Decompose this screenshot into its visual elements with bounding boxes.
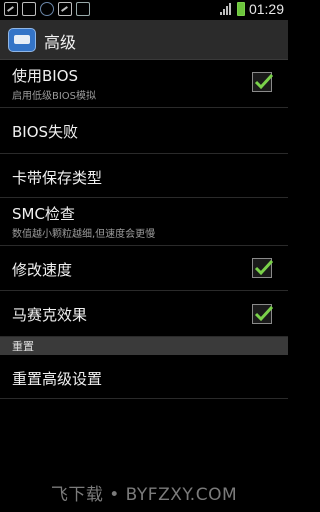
- setting-reset-advanced[interactable]: 重置高级设置: [0, 355, 288, 399]
- app-icon[interactable]: [8, 28, 36, 52]
- setting-summary: 数值越小颗粒越细,但速度会更慢: [12, 229, 156, 240]
- checkmark-icon: [254, 73, 274, 90]
- photo-icon: [4, 2, 18, 16]
- use-bios-checkbox[interactable]: [252, 72, 274, 92]
- watermark: 飞下载 • BYFZXY.COM: [50, 485, 238, 505]
- setting-label: SMC检查: [12, 205, 75, 223]
- setting-modify-speed[interactable]: 修改速度: [0, 246, 288, 291]
- page-title: 高级: [44, 33, 77, 52]
- usb-icon: [22, 2, 36, 16]
- notification-icons: [4, 2, 90, 16]
- settings-list: 使用BIOS 启用低级BIOS模拟 BIOS失败 卡带保存类型 SMC检查 数值…: [0, 60, 288, 399]
- section-label: 重置: [12, 340, 34, 353]
- mosaic-effect-checkbox[interactable]: [252, 304, 274, 324]
- setting-mosaic-effect[interactable]: 马赛克效果: [0, 291, 288, 337]
- setting-bios-fail[interactable]: BIOS失败: [0, 108, 288, 154]
- setting-use-bios[interactable]: 使用BIOS 启用低级BIOS模拟: [0, 60, 288, 108]
- sync-icon: [40, 2, 54, 16]
- setting-smc-check[interactable]: SMC检查 数值越小颗粒越细,但速度会更慢: [0, 198, 288, 246]
- setting-label: 使用BIOS: [12, 67, 79, 85]
- status-bar: 01:29: [0, 0, 288, 20]
- clock: 01:29: [248, 1, 284, 17]
- usb-icon: [76, 2, 90, 16]
- battery-icon: [236, 2, 245, 16]
- signal-icon: [219, 2, 233, 16]
- photo-icon: [58, 2, 72, 16]
- setting-label: 修改速度: [12, 261, 73, 279]
- setting-label: 重置高级设置: [12, 370, 103, 388]
- checkmark-icon: [254, 305, 274, 322]
- section-header-reset: 重置: [0, 337, 288, 355]
- checkmark-icon: [254, 259, 274, 276]
- setting-label: BIOS失败: [12, 123, 79, 141]
- setting-label: 卡带保存类型: [12, 169, 103, 187]
- action-bar: 高级: [0, 20, 288, 60]
- setting-cartridge-save-type[interactable]: 卡带保存类型: [0, 154, 288, 198]
- setting-label: 马赛克效果: [12, 306, 88, 324]
- setting-summary: 启用低级BIOS模拟: [12, 91, 97, 102]
- modify-speed-checkbox[interactable]: [252, 258, 274, 278]
